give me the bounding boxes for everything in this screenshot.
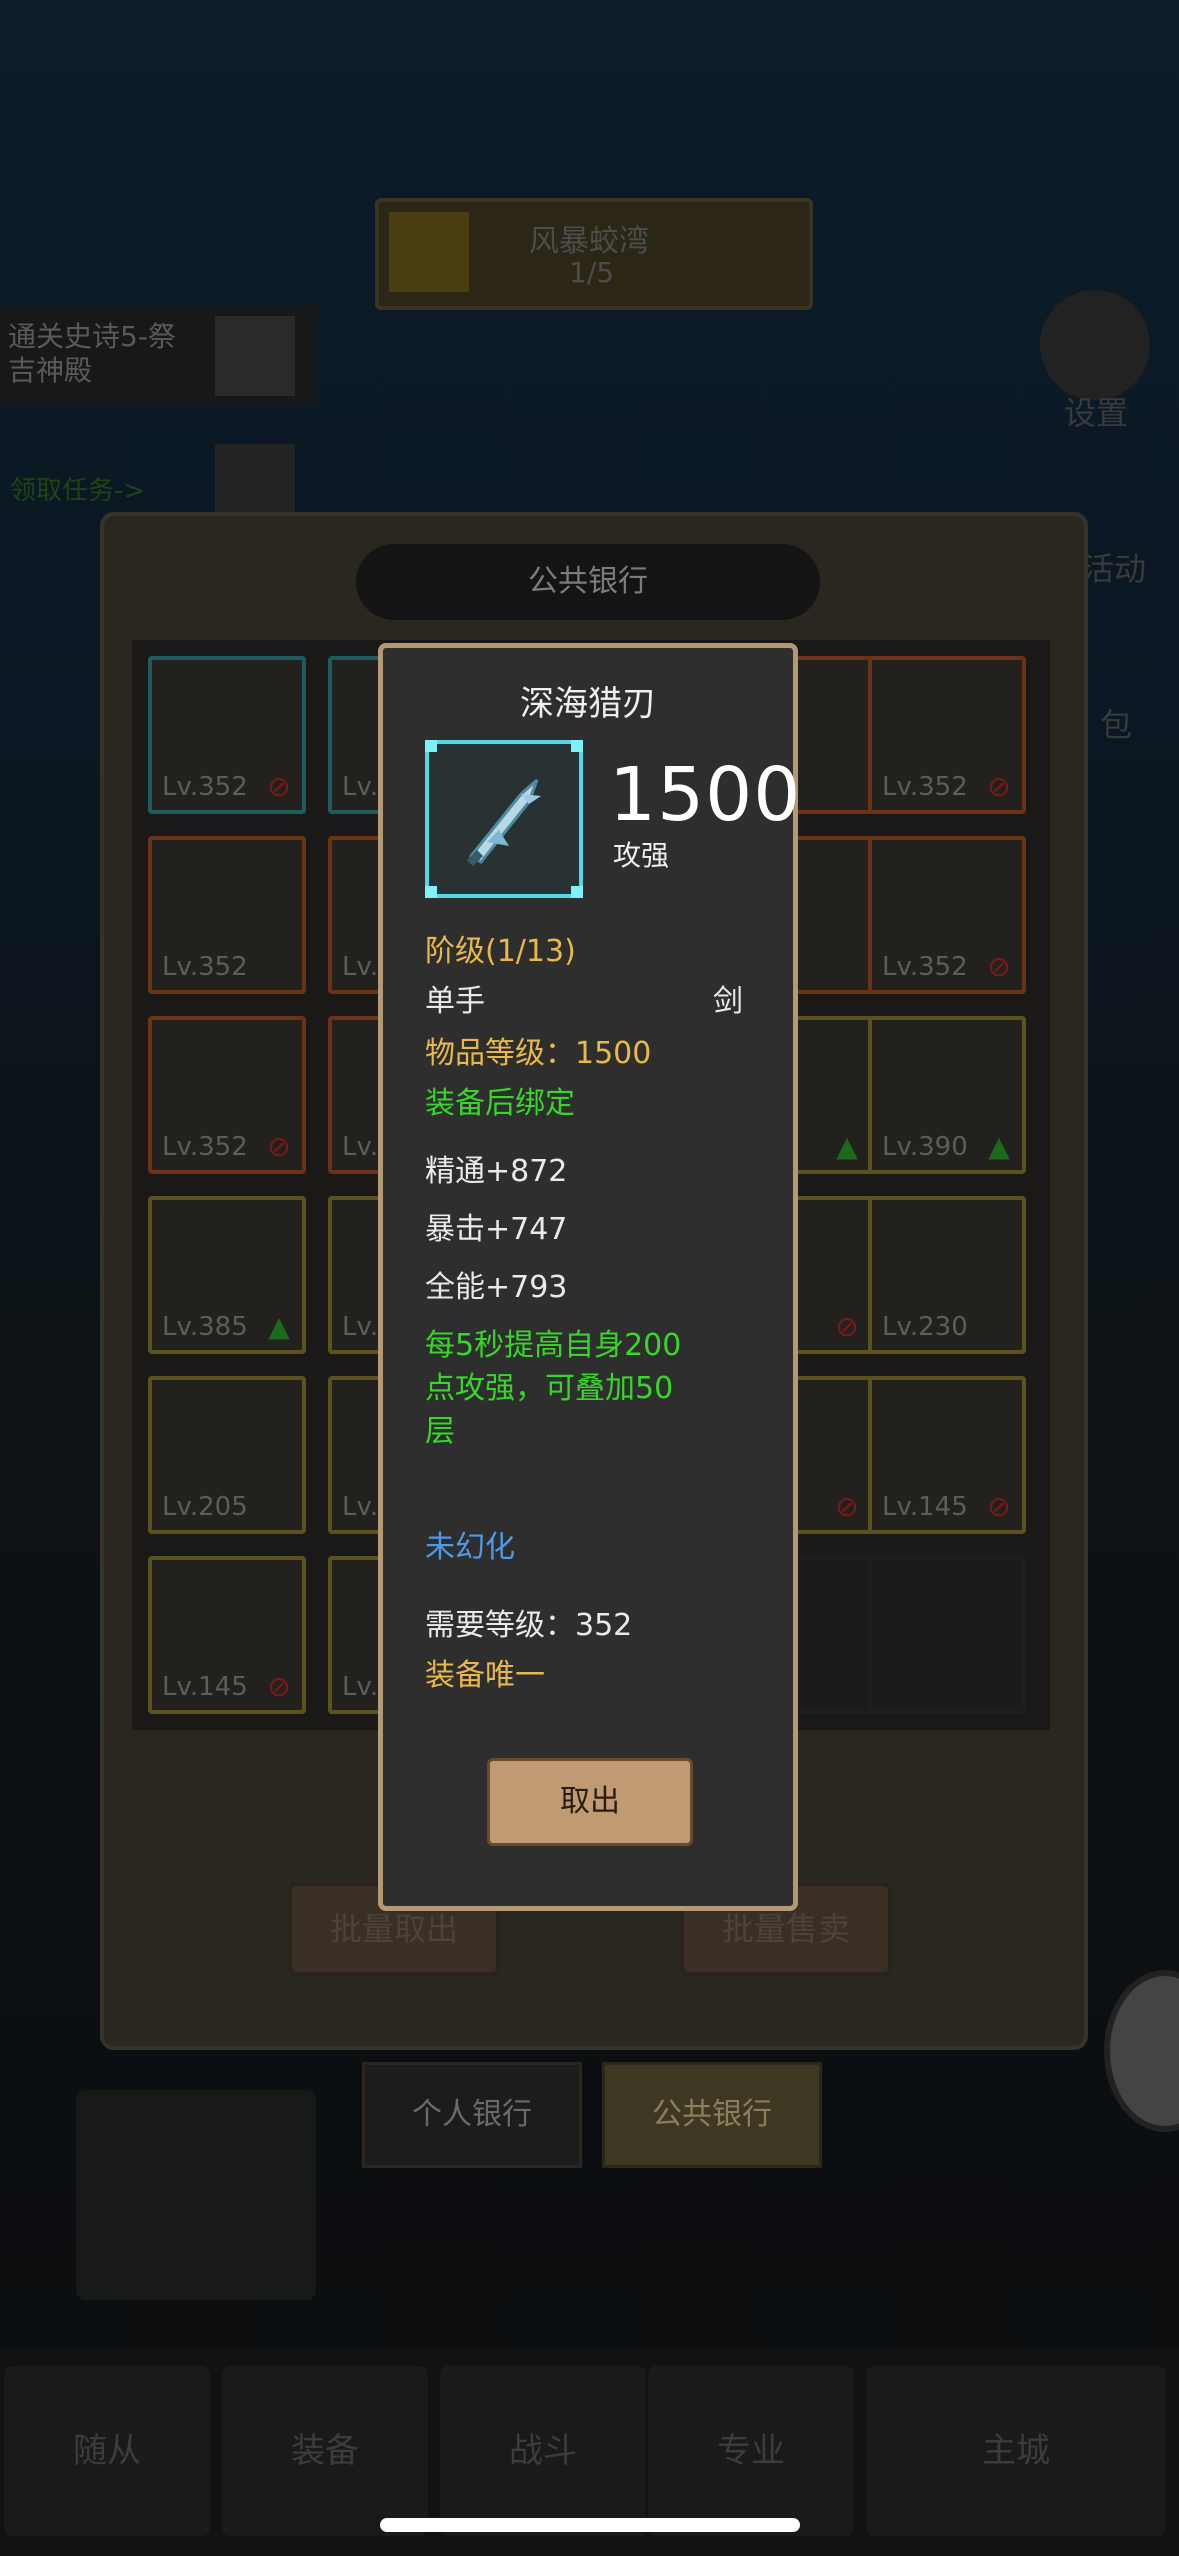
bank-slot[interactable]: Lv.145 ⊘	[868, 1376, 1026, 1534]
unusable-icon: ⊘	[835, 1490, 859, 1523]
slot-level: Lv.352	[162, 772, 248, 802]
bank-slot[interactable]: Lv.385 ▲	[148, 1196, 306, 1354]
slot-level: Lv.	[342, 1132, 379, 1162]
slot-level: Lv.205	[162, 1492, 248, 1522]
slot-level: Lv.390	[882, 1132, 968, 1162]
nav-battle[interactable]: 战斗	[440, 2366, 646, 2536]
unusable-icon: ⊘	[267, 770, 291, 803]
upgrade-arrow-icon: ▲	[836, 1130, 858, 1163]
unusable-icon: ⊘	[987, 770, 1011, 803]
nav-equipment[interactable]: 装备	[222, 2366, 428, 2536]
bank-slot[interactable]: Lv.352 ⊘	[868, 836, 1026, 994]
unusable-icon: ⊘	[987, 950, 1011, 983]
item-tier: 阶级(1/13)	[425, 934, 576, 969]
stat-versatility: 全能+793	[425, 1270, 568, 1305]
quest-tracker[interactable]: 通关史诗5-祭 吉神殿	[0, 306, 318, 406]
bank-slot[interactable]: Lv.352 ⊘	[868, 656, 1026, 814]
item-level: 物品等级：1500	[425, 1036, 652, 1071]
stat-mastery: 精通+872	[425, 1154, 568, 1189]
item-type: 剑	[713, 984, 743, 1019]
nav-main-city[interactable]: 主城	[866, 2366, 1166, 2536]
item-power-label: 攻强	[613, 839, 670, 872]
quest-icon	[215, 316, 295, 396]
home-indicator[interactable]	[380, 2518, 800, 2532]
event-icon	[389, 212, 469, 292]
bank-slot[interactable]: Lv.352	[148, 836, 306, 994]
slot-level: Lv.230	[882, 1312, 968, 1342]
quest-task-text: 领取任务->	[10, 476, 146, 506]
stat-crit: 暴击+747	[425, 1212, 568, 1247]
settings-label: 设置	[1064, 394, 1129, 432]
bank-slot[interactable]: Lv.390 ▲	[868, 1016, 1026, 1174]
slot-level: Lv.352	[162, 1132, 248, 1162]
event-banner[interactable]: 风暴蛟湾 1/5	[375, 198, 813, 310]
bank-slot[interactable]: Lv.352 ⊘	[148, 656, 306, 814]
bank-slot[interactable]: Lv.352 ⊘	[148, 1016, 306, 1174]
slot-level: Lv.352	[162, 952, 248, 982]
bank-slot[interactable]: Lv.205	[148, 1376, 306, 1534]
slot-level: Lv.352	[882, 772, 968, 802]
slot-level: Lv.145	[882, 1492, 968, 1522]
tab-personal-bank[interactable]: 个人银行	[362, 2062, 582, 2168]
bag-label: 包	[1100, 706, 1133, 744]
effect-line-3: 层	[425, 1414, 455, 1449]
slot-level: Lv.	[342, 1492, 379, 1522]
settings-gear-icon[interactable]	[1040, 290, 1150, 400]
slot-level: Lv.	[342, 952, 379, 982]
slot-level: Lv.352	[882, 952, 968, 982]
unique-equip: 装备唯一	[425, 1658, 545, 1693]
slot-level: Lv.	[342, 1672, 379, 1702]
nav-profession[interactable]: 专业	[648, 2366, 854, 2536]
item-detail-popup: 深海猎刃 1500 攻强 阶级(1/13) 单手 剑 物品等级：1500 装备后…	[378, 643, 802, 1911]
effect-line-1: 每5秒提高自身200	[425, 1328, 682, 1363]
unusable-icon: ⊘	[987, 1490, 1011, 1523]
nav-followers[interactable]: 随从	[4, 2366, 210, 2536]
slot-level: Lv.385	[162, 1312, 248, 1342]
item-name: 深海猎刃	[520, 684, 656, 724]
bank-title: 公共银行	[356, 544, 820, 620]
item-power: 1500	[609, 752, 802, 838]
bank-slot[interactable]	[868, 1556, 1026, 1714]
upgrade-arrow-icon: ▲	[988, 1130, 1010, 1163]
unusable-icon: ⊘	[835, 1310, 859, 1343]
unusable-icon: ⊘	[267, 1130, 291, 1163]
activity-label: 活动	[1082, 550, 1147, 588]
event-title: 风暴蛟湾	[529, 224, 649, 259]
slot-level: Lv.	[342, 772, 379, 802]
take-out-button[interactable]: 取出	[487, 1758, 693, 1846]
tab-public-bank[interactable]: 公共银行	[602, 2062, 822, 2168]
item-icon-frame	[425, 740, 583, 898]
bank-slot[interactable]: Lv.230	[868, 1196, 1026, 1354]
slot-level: Lv.145	[162, 1672, 248, 1702]
unusable-icon: ⊘	[267, 1670, 291, 1703]
pet-dragon-icon[interactable]	[76, 2090, 316, 2300]
sword-icon	[467, 778, 541, 866]
item-bind: 装备后绑定	[425, 1086, 575, 1121]
upgrade-arrow-icon: ▲	[268, 1310, 290, 1343]
required-level: 需要等级：352	[425, 1608, 633, 1643]
quest-text: 通关史诗5-祭 吉神殿	[8, 320, 176, 387]
item-hand: 单手	[425, 984, 485, 1019]
effect-line-2: 点攻强，可叠加50	[425, 1371, 674, 1406]
slot-level: Lv.	[342, 1312, 379, 1342]
transmog-status: 未幻化	[425, 1530, 515, 1565]
event-progress: 1/5	[569, 256, 615, 289]
bank-slot[interactable]: Lv.145 ⊘	[148, 1556, 306, 1714]
